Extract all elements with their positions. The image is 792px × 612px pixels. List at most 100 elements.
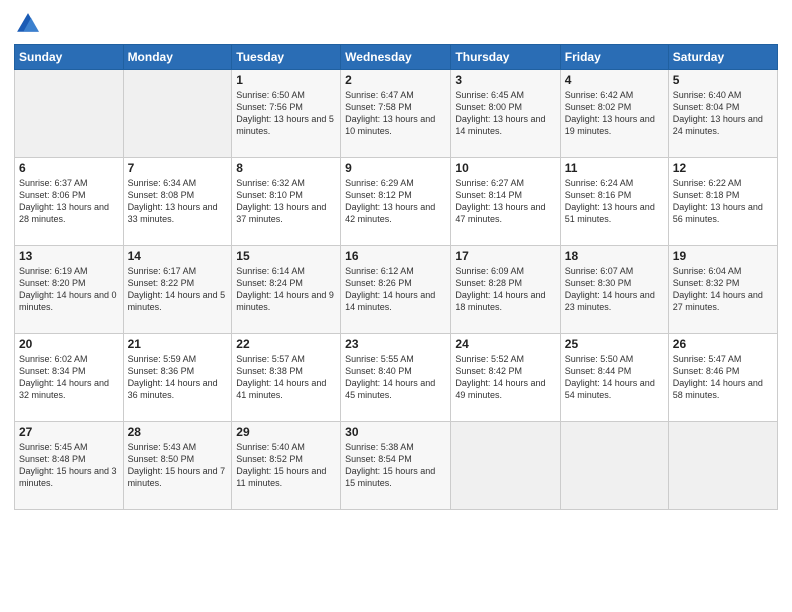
day-number: 2 [345, 73, 446, 87]
day-cell [15, 70, 124, 158]
day-number: 17 [455, 249, 555, 263]
day-cell [668, 422, 777, 510]
day-info: Sunrise: 5:59 AMSunset: 8:36 PMDaylight:… [128, 353, 228, 402]
day-info: Sunrise: 5:38 AMSunset: 8:54 PMDaylight:… [345, 441, 446, 490]
day-info: Sunrise: 6:07 AMSunset: 8:30 PMDaylight:… [565, 265, 664, 314]
day-info: Sunrise: 5:47 AMSunset: 8:46 PMDaylight:… [673, 353, 773, 402]
week-row-4: 20 Sunrise: 6:02 AMSunset: 8:34 PMDayligh… [15, 334, 778, 422]
day-info: Sunrise: 6:40 AMSunset: 8:04 PMDaylight:… [673, 89, 773, 138]
day-info: Sunrise: 6:24 AMSunset: 8:16 PMDaylight:… [565, 177, 664, 226]
day-info: Sunrise: 6:17 AMSunset: 8:22 PMDaylight:… [128, 265, 228, 314]
day-info: Sunrise: 6:32 AMSunset: 8:10 PMDaylight:… [236, 177, 336, 226]
day-info: Sunrise: 5:50 AMSunset: 8:44 PMDaylight:… [565, 353, 664, 402]
day-cell: 11 Sunrise: 6:24 AMSunset: 8:16 PMDayligh… [560, 158, 668, 246]
day-number: 9 [345, 161, 446, 175]
weekday-header-friday: Friday [560, 45, 668, 70]
day-number: 10 [455, 161, 555, 175]
day-number: 19 [673, 249, 773, 263]
day-info: Sunrise: 6:04 AMSunset: 8:32 PMDaylight:… [673, 265, 773, 314]
day-number: 26 [673, 337, 773, 351]
day-number: 12 [673, 161, 773, 175]
day-number: 24 [455, 337, 555, 351]
day-number: 4 [565, 73, 664, 87]
day-number: 20 [19, 337, 119, 351]
day-number: 5 [673, 73, 773, 87]
weekday-header-tuesday: Tuesday [232, 45, 341, 70]
weekday-header-row: SundayMondayTuesdayWednesdayThursdayFrid… [15, 45, 778, 70]
day-cell: 7Sunrise: 6:34 AMSunset: 8:08 PMDaylight… [123, 158, 232, 246]
day-number: 6 [19, 161, 119, 175]
day-number: 25 [565, 337, 664, 351]
day-number: 21 [128, 337, 228, 351]
logo-icon [14, 10, 42, 38]
day-info: Sunrise: 5:55 AMSunset: 8:40 PMDaylight:… [345, 353, 446, 402]
day-info: Sunrise: 6:29 AMSunset: 8:12 PMDaylight:… [345, 177, 446, 226]
day-info: Sunrise: 6:02 AMSunset: 8:34 PMDaylight:… [19, 353, 119, 402]
week-row-5: 27Sunrise: 5:45 AMSunset: 8:48 PMDayligh… [15, 422, 778, 510]
day-cell: 25 Sunrise: 5:50 AMSunset: 8:44 PMDayligh… [560, 334, 668, 422]
weekday-header-wednesday: Wednesday [341, 45, 451, 70]
day-info: Sunrise: 6:19 AMSunset: 8:20 PMDaylight:… [19, 265, 119, 314]
day-number: 29 [236, 425, 336, 439]
header [14, 10, 778, 38]
day-info: Sunrise: 6:45 AMSunset: 8:00 PMDaylight:… [455, 89, 555, 138]
day-cell: 1Sunrise: 6:50 AMSunset: 7:56 PMDaylight… [232, 70, 341, 158]
day-cell: 23 Sunrise: 5:55 AMSunset: 8:40 PMDayligh… [341, 334, 451, 422]
day-number: 13 [19, 249, 119, 263]
day-cell: 16Sunrise: 6:12 AMSunset: 8:26 PMDayligh… [341, 246, 451, 334]
day-info: Sunrise: 5:43 AMSunset: 8:50 PMDaylight:… [128, 441, 228, 490]
day-cell [123, 70, 232, 158]
day-number: 14 [128, 249, 228, 263]
week-row-1: 1Sunrise: 6:50 AMSunset: 7:56 PMDaylight… [15, 70, 778, 158]
day-cell: 29 Sunrise: 5:40 AMSunset: 8:52 PMDayligh… [232, 422, 341, 510]
day-info: Sunrise: 5:40 AMSunset: 8:52 PMDaylight:… [236, 441, 336, 490]
day-cell: 2 Sunrise: 6:47 AMSunset: 7:58 PMDaylight… [341, 70, 451, 158]
day-number: 15 [236, 249, 336, 263]
day-number: 11 [565, 161, 664, 175]
day-number: 8 [236, 161, 336, 175]
weekday-header-sunday: Sunday [15, 45, 124, 70]
day-info: Sunrise: 6:09 AMSunset: 8:28 PMDaylight:… [455, 265, 555, 314]
day-cell: 20 Sunrise: 6:02 AMSunset: 8:34 PMDayligh… [15, 334, 124, 422]
day-number: 3 [455, 73, 555, 87]
day-cell: 28 Sunrise: 5:43 AMSunset: 8:50 PMDayligh… [123, 422, 232, 510]
weekday-header-saturday: Saturday [668, 45, 777, 70]
day-cell: 26 Sunrise: 5:47 AMSunset: 8:46 PMDayligh… [668, 334, 777, 422]
day-cell: 13 Sunrise: 6:19 AMSunset: 8:20 PMDayligh… [15, 246, 124, 334]
day-info: Sunrise: 6:12 AMSunset: 8:26 PMDaylight:… [345, 265, 446, 314]
day-cell: 27Sunrise: 5:45 AMSunset: 8:48 PMDayligh… [15, 422, 124, 510]
day-cell: 4 Sunrise: 6:42 AMSunset: 8:02 PMDaylight… [560, 70, 668, 158]
weekday-header-thursday: Thursday [451, 45, 560, 70]
day-number: 30 [345, 425, 446, 439]
day-number: 22 [236, 337, 336, 351]
day-info: Sunrise: 6:47 AMSunset: 7:58 PMDaylight:… [345, 89, 446, 138]
day-cell: 17 Sunrise: 6:09 AMSunset: 8:28 PMDayligh… [451, 246, 560, 334]
day-number: 18 [565, 249, 664, 263]
day-info: Sunrise: 5:57 AMSunset: 8:38 PMDaylight:… [236, 353, 336, 402]
day-cell: 19 Sunrise: 6:04 AMSunset: 8:32 PMDayligh… [668, 246, 777, 334]
day-number: 23 [345, 337, 446, 351]
day-info: Sunrise: 6:50 AMSunset: 7:56 PMDaylight:… [236, 89, 336, 138]
day-info: Sunrise: 6:22 AMSunset: 8:18 PMDaylight:… [673, 177, 773, 226]
day-cell: 6Sunrise: 6:37 AMSunset: 8:06 PMDaylight… [15, 158, 124, 246]
day-cell: 21 Sunrise: 5:59 AMSunset: 8:36 PMDayligh… [123, 334, 232, 422]
week-row-2: 6Sunrise: 6:37 AMSunset: 8:06 PMDaylight… [15, 158, 778, 246]
day-info: Sunrise: 6:42 AMSunset: 8:02 PMDaylight:… [565, 89, 664, 138]
day-cell: 9 Sunrise: 6:29 AMSunset: 8:12 PMDaylight… [341, 158, 451, 246]
day-cell: 24Sunrise: 5:52 AMSunset: 8:42 PMDayligh… [451, 334, 560, 422]
day-cell: 15 Sunrise: 6:14 AMSunset: 8:24 PMDayligh… [232, 246, 341, 334]
logo [14, 10, 46, 38]
day-cell: 3 Sunrise: 6:45 AMSunset: 8:00 PMDaylight… [451, 70, 560, 158]
day-cell [560, 422, 668, 510]
day-number: 28 [128, 425, 228, 439]
day-cell: 30 Sunrise: 5:38 AMSunset: 8:54 PMDayligh… [341, 422, 451, 510]
day-cell: 10 Sunrise: 6:27 AMSunset: 8:14 PMDayligh… [451, 158, 560, 246]
day-info: Sunrise: 6:27 AMSunset: 8:14 PMDaylight:… [455, 177, 555, 226]
day-info: Sunrise: 5:45 AMSunset: 8:48 PMDaylight:… [19, 441, 119, 490]
day-cell: 8 Sunrise: 6:32 AMSunset: 8:10 PMDaylight… [232, 158, 341, 246]
day-cell: 12 Sunrise: 6:22 AMSunset: 8:18 PMDayligh… [668, 158, 777, 246]
day-info: Sunrise: 6:34 AMSunset: 8:08 PMDaylight:… [128, 177, 228, 226]
day-cell: 14 Sunrise: 6:17 AMSunset: 8:22 PMDayligh… [123, 246, 232, 334]
day-info: Sunrise: 6:14 AMSunset: 8:24 PMDaylight:… [236, 265, 336, 314]
calendar-table: SundayMondayTuesdayWednesdayThursdayFrid… [14, 44, 778, 510]
